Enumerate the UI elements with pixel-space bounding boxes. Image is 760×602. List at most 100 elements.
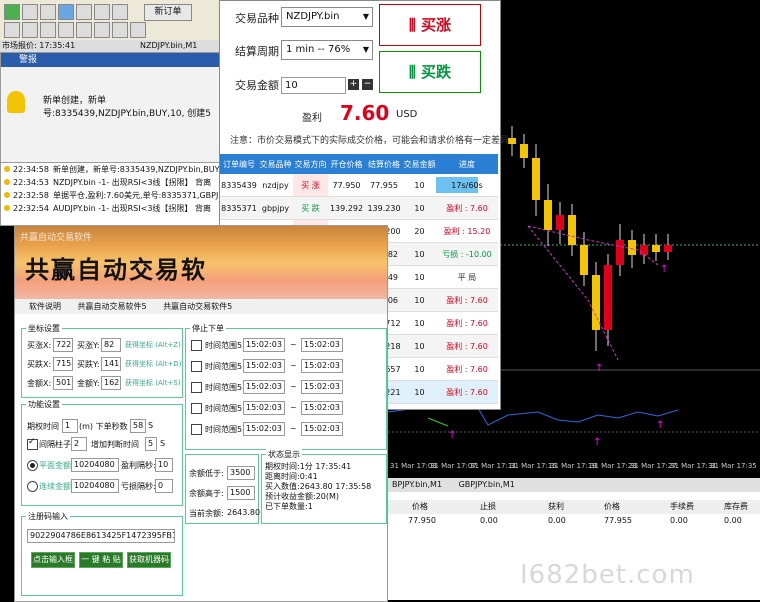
time-to-input[interactable]: 15:02:03 bbox=[301, 422, 343, 436]
trade-row[interactable]: 77.950 0.00 0.00 77.955 0.00 0.00 bbox=[388, 514, 760, 528]
time-to-input[interactable]: 15:02:03 bbox=[301, 359, 343, 373]
balance-high-input[interactable]: 1500 bbox=[227, 486, 255, 500]
time-from-input[interactable]: 15:02:03 bbox=[243, 338, 285, 352]
time-to-input[interactable]: 15:02:03 bbox=[301, 401, 343, 415]
time-from-input[interactable]: 15:02:03 bbox=[243, 422, 285, 436]
reg-code-input[interactable]: 9022904786E8613425F1472395FB172FAC94A bbox=[27, 529, 175, 543]
coord-y-input[interactable]: 82 bbox=[101, 338, 121, 352]
order-result: 17s/60s bbox=[436, 174, 498, 197]
channel-icon[interactable] bbox=[94, 22, 110, 38]
time-separator: ~ bbox=[290, 424, 297, 433]
profit-interval-input[interactable]: 10 bbox=[155, 458, 173, 472]
time-from-input[interactable]: 15:02:03 bbox=[243, 380, 285, 394]
balance-low-input[interactable]: 3500 bbox=[227, 466, 255, 480]
buy-down-button[interactable]: ⫼ 买跌 bbox=[379, 51, 481, 93]
time-to-input[interactable]: 15:02:03 bbox=[301, 380, 343, 394]
menu-item-fs2[interactable]: 共赢自动交易软件5 bbox=[163, 302, 232, 311]
time-separator: ~ bbox=[290, 382, 297, 391]
navigator-icon[interactable] bbox=[58, 4, 74, 20]
log-row[interactable]: 22:32:54 AUDJPY.bin -1- 出现RSI<3线【拐限】 背离 bbox=[1, 202, 221, 215]
new-order-button[interactable]: 新订单 bbox=[144, 4, 192, 21]
log-text: NZDJPY.bin -1- 出现RSI<3线【拐限】 背离 bbox=[53, 178, 212, 187]
log-row[interactable]: 22:34:58 新单创建，新单号:8335439,NZDJPY.bin,BUY,… bbox=[1, 163, 221, 176]
col-close: 结算价格 bbox=[365, 154, 403, 174]
trendline-icon[interactable] bbox=[76, 22, 92, 38]
flat-amount-radio[interactable] bbox=[27, 460, 38, 471]
interval-checkbox[interactable] bbox=[27, 437, 38, 450]
chart-tab[interactable]: BPJPY.bin,M1 bbox=[392, 480, 442, 489]
order-result: 盈利 : 7.60 bbox=[436, 380, 498, 404]
period-label: 结算周期 bbox=[235, 45, 279, 58]
cursor-icon[interactable] bbox=[4, 22, 20, 38]
enter-code-button[interactable]: 点击输入框 bbox=[31, 552, 75, 568]
time-range-checkbox[interactable] bbox=[191, 340, 202, 351]
get-coord-button[interactable]: 获得坐标 (Alt+Z) bbox=[125, 340, 181, 350]
text-tool-icon[interactable] bbox=[130, 22, 146, 38]
paste-button[interactable]: 一 键 粘 贴 bbox=[79, 552, 123, 568]
horizontal-line-icon[interactable] bbox=[58, 22, 74, 38]
cont-amount-input[interactable]: 10204080 bbox=[71, 479, 119, 493]
fibonacci-icon[interactable] bbox=[112, 22, 128, 38]
time-from-input[interactable]: 15:02:03 bbox=[243, 359, 285, 373]
plus-button[interactable]: + bbox=[348, 79, 359, 90]
seconds-input[interactable]: 58 bbox=[130, 419, 146, 433]
get-coord-button[interactable]: 获得坐标 (Alt+D) bbox=[125, 359, 181, 369]
order-amount: 10 bbox=[403, 174, 436, 197]
watermark: I682bet.com bbox=[520, 560, 695, 590]
time-range-checkbox[interactable] bbox=[191, 361, 202, 372]
chart-tab[interactable]: GBPJPY.bin,M1 bbox=[459, 480, 515, 489]
amount-input[interactable]: 10 bbox=[281, 77, 346, 94]
coord-y-label: 买涨Y: bbox=[77, 341, 100, 350]
coord-x-input[interactable]: 715 bbox=[53, 357, 73, 371]
flat-amount-input[interactable]: 10204080 bbox=[71, 458, 119, 472]
cell: 77.955 bbox=[604, 516, 632, 525]
minus-button[interactable]: − bbox=[362, 79, 373, 90]
period-input[interactable]: 1 bbox=[62, 419, 78, 433]
log-text: 单据平仓,盈利:7.60美元,单号:8335371,GBPJ bbox=[53, 191, 219, 200]
log-time: 22:32:54 bbox=[13, 204, 49, 213]
time-range-checkbox[interactable] bbox=[191, 424, 202, 435]
machine-code-button[interactable]: 获取机器码 bbox=[127, 552, 171, 568]
buy-up-button[interactable]: ⫼ 买涨 bbox=[379, 4, 481, 46]
time-range-checkbox[interactable] bbox=[191, 382, 202, 393]
arrow-up-icon: ↑ bbox=[593, 437, 601, 448]
time-range-checkbox[interactable] bbox=[191, 403, 202, 414]
time-to-input[interactable]: 15:02:03 bbox=[301, 338, 343, 352]
vertical-line-icon[interactable] bbox=[40, 22, 56, 38]
interval-seconds-input[interactable]: 5 bbox=[145, 437, 157, 451]
log-row[interactable]: 22:32:58 单据平仓,盈利:7.60美元,单号:8335371,GBPJ bbox=[1, 189, 221, 202]
coord-x-label: 买涨X: bbox=[27, 341, 52, 350]
terminal-icon[interactable] bbox=[76, 4, 92, 20]
arrow-up-icon: ↑ bbox=[448, 430, 456, 441]
status-line: 距离时间:0:41 bbox=[265, 472, 318, 481]
interval-input[interactable]: 2 bbox=[71, 437, 87, 451]
log-row[interactable]: 22:34:53 NZDJPY.bin -1- 出现RSI<3线【拐限】 背离 bbox=[1, 176, 221, 189]
period-select[interactable]: 1 min -- 76% ▼ bbox=[281, 40, 373, 60]
log-time: 22:34:58 bbox=[13, 165, 49, 174]
strategy-tester-icon[interactable] bbox=[94, 4, 110, 20]
coord-x-input[interactable]: 722 bbox=[53, 338, 73, 352]
crosshair-icon[interactable] bbox=[22, 22, 38, 38]
coord-y-input[interactable]: 162 bbox=[101, 376, 121, 390]
profiles-icon[interactable] bbox=[22, 4, 38, 20]
coord-x-input[interactable]: 501 bbox=[53, 376, 73, 390]
loss-interval-input[interactable]: 0 bbox=[155, 479, 173, 493]
market-watch-icon[interactable] bbox=[40, 4, 56, 20]
symbol-select[interactable]: NZDJPY.bin ▼ bbox=[281, 7, 373, 27]
coord-y-label: 金额Y: bbox=[77, 379, 100, 388]
interval-label: 间隔柱子 bbox=[39, 440, 71, 449]
toolbox-icon[interactable] bbox=[112, 4, 128, 20]
new-chart-icon[interactable] bbox=[4, 4, 20, 20]
order-row[interactable]: 8335439 nzdjpy 买 涨 77.950 77.955 10 17s/60s bbox=[220, 174, 498, 197]
interval-unit: S bbox=[160, 439, 166, 448]
bell-icon bbox=[4, 166, 10, 172]
coord-y-input[interactable]: 141 bbox=[101, 357, 121, 371]
order-row[interactable]: 8335371 gbpjpy 买 跌 139.292 139.230 10 盈利 : 7.6… bbox=[220, 196, 498, 220]
chart-title-tab[interactable]: NZDJPY.bin,M1 77.950 77.955 bbox=[140, 40, 220, 62]
log-time: 22:32:58 bbox=[13, 191, 49, 200]
menu-item-help[interactable]: 软件说明 bbox=[29, 302, 61, 311]
cont-amount-radio[interactable] bbox=[27, 481, 38, 492]
menu-item-fs[interactable]: 共赢自动交易软件5 bbox=[78, 302, 147, 311]
time-from-input[interactable]: 15:02:03 bbox=[243, 401, 285, 415]
get-coord-button[interactable]: 获得坐标 (Alt+S) bbox=[125, 378, 180, 388]
